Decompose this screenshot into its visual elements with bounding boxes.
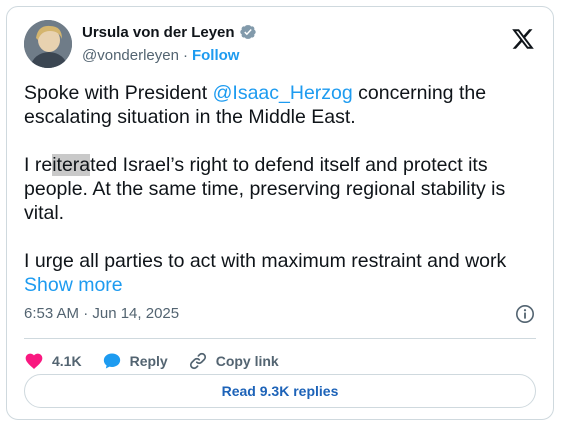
tweet-paragraph-1: Spoke with President @Isaac_Herzog conce… bbox=[24, 81, 538, 129]
reply-bubble-icon bbox=[103, 353, 120, 369]
info-icon[interactable] bbox=[515, 304, 535, 324]
like-count: 4.1K bbox=[52, 353, 82, 369]
selected-text-highlight: itera bbox=[52, 154, 91, 176]
avatar-photo-icon bbox=[24, 20, 72, 68]
x-logo-icon[interactable] bbox=[511, 27, 535, 51]
copy-link-button[interactable]: Copy link bbox=[188, 351, 279, 371]
verified-badge-icon bbox=[239, 23, 257, 41]
reply-label: Reply bbox=[129, 353, 168, 369]
read-replies-button[interactable]: Read 9.3K replies bbox=[24, 374, 536, 408]
action-bar: 4.1K Reply Copy link bbox=[24, 349, 299, 373]
tweet-text-segment: I re bbox=[24, 154, 53, 176]
tweet-text-segment: ted Israel’s right to defend itself and … bbox=[24, 154, 506, 224]
reply-button[interactable]: Reply bbox=[102, 351, 168, 371]
tweet-card: Ursula von der Leyen @vonderleyen · Foll… bbox=[6, 6, 554, 420]
handle-separator: · bbox=[182, 47, 188, 64]
link-icon bbox=[189, 352, 206, 370]
tweet-text-segment: Spoke with President bbox=[24, 82, 213, 104]
tweet-text-segment: I urge all parties to act with maximum r… bbox=[24, 250, 507, 272]
tweet-text: Spoke with President @Isaac_Herzog conce… bbox=[24, 81, 538, 297]
divider bbox=[24, 338, 536, 339]
like-button[interactable]: 4.1K bbox=[24, 351, 82, 371]
author-name-row: Ursula von der Leyen bbox=[82, 23, 257, 41]
mention-link[interactable]: @Isaac_Herzog bbox=[213, 82, 353, 104]
handle-row: @vonderleyen · Follow bbox=[82, 47, 239, 64]
author-name[interactable]: Ursula von der Leyen bbox=[82, 24, 235, 41]
timestamp[interactable]: 6:53 AM · Jun 14, 2025 bbox=[24, 305, 179, 322]
show-more-link[interactable]: Show more bbox=[24, 274, 123, 296]
avatar[interactable] bbox=[24, 20, 72, 68]
copy-link-label: Copy link bbox=[215, 353, 279, 369]
author-handle[interactable]: @vonderleyen bbox=[82, 47, 179, 64]
heart-icon bbox=[25, 353, 43, 369]
tweet-paragraph-3: I urge all parties to act with maximum r… bbox=[24, 249, 538, 297]
tweet-paragraph-2: I reiterated Israel’s right to defend it… bbox=[24, 153, 538, 225]
follow-button[interactable]: Follow bbox=[192, 47, 240, 64]
